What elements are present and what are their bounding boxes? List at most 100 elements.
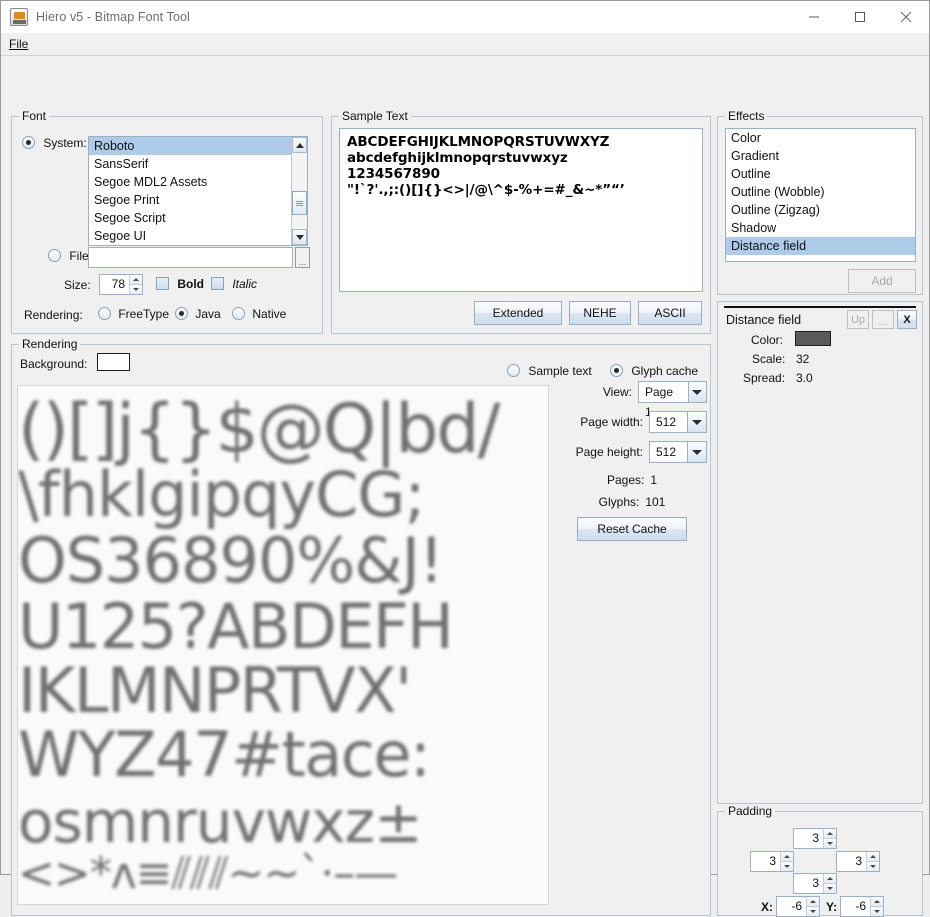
close-icon[interactable] [883,1,929,33]
effect-remove-button[interactable]: X [897,310,917,329]
scrollbar-thumb[interactable] [292,191,307,215]
padding-bottom-decrement-icon[interactable] [824,884,836,894]
glyph-cache-mode-label: Glyph cache [631,364,698,378]
font-list-item[interactable]: Roboto [89,137,307,155]
file-radio[interactable]: File: [48,249,92,263]
page-height-select[interactable]: 512 [649,441,707,463]
java-app-icon [10,8,28,26]
effects-list-item[interactable]: Outline (Zigzag) [726,201,915,219]
font-list-item[interactable]: Segoe Print [89,191,307,209]
padding-top-value[interactable]: 3 [794,829,823,848]
view-page-value: Page 1 [639,382,688,402]
padding-x-value[interactable]: -6 [777,897,806,916]
italic-checkbox[interactable]: Italic [211,277,257,291]
effect-move-up-button[interactable]: Up [847,310,869,329]
padding-y-decrement-icon[interactable] [871,907,883,917]
rendering-panel-title: Rendering [19,337,80,351]
extended-button[interactable]: Extended [474,301,562,325]
effects-list-item[interactable]: Outline (Wobble) [726,183,915,201]
bold-checkbox[interactable]: Bold [156,277,204,291]
sample-text-radio-button[interactable] [507,364,520,377]
rendering-radio-native[interactable]: Native [232,307,286,321]
size-increment-icon[interactable] [130,275,142,285]
file-radio-button[interactable] [48,249,61,262]
padding-right-increment-icon[interactable] [867,852,879,862]
glyph-cache-canvas[interactable]: ()[]j{}$@Q|bd/ \fhklgipqyCG; OS36890%&J!… [17,385,549,905]
rendering-radio-java[interactable]: Java [175,307,221,321]
font-list-scrollbar[interactable] [291,137,307,245]
padding-bottom-stepper[interactable]: 3 [793,873,837,894]
padding-right-stepper[interactable]: 3 [836,851,880,872]
padding-top-increment-icon[interactable] [824,829,836,839]
glyph-cache-radio-button[interactable] [610,364,623,377]
padding-y-stepper[interactable]: -6 [840,896,884,917]
effects-list[interactable]: Color Gradient Outline Outline (Wobble) … [725,128,916,262]
system-radio-button[interactable] [22,136,35,149]
padding-bottom-value[interactable]: 3 [794,874,823,893]
system-font-list[interactable]: Roboto SansSerif Segoe MDL2 Assets Segoe… [88,136,308,246]
add-effect-button[interactable]: Add [848,269,916,293]
menu-item-file[interactable]: File [1,35,35,53]
window-title: Hiero v5 - Bitmap Font Tool [36,10,190,24]
glyph-cache-row: IKLMNPRTVX' [18,654,411,727]
effect-scale-value[interactable]: 32 [796,352,809,366]
minimize-icon[interactable] [791,1,837,33]
padding-right-value[interactable]: 3 [837,852,866,871]
file-path-input[interactable] [88,247,293,268]
padding-x-increment-icon[interactable] [807,897,819,907]
padding-x-stepper[interactable]: -6 [776,896,820,917]
font-list-item[interactable]: Segoe UI [89,227,307,245]
effects-list-item[interactable]: Color [726,129,915,147]
font-size-value[interactable]: 78 [100,275,129,294]
size-decrement-icon[interactable] [130,285,142,295]
page-width-select[interactable]: 512 [649,411,707,433]
scroll-down-icon[interactable] [292,229,307,245]
sample-text-input[interactable]: ABCDEFGHIJKLMNOPQRSTUVWXYZ abcdefghijklm… [339,128,703,292]
sample-text-line: abcdefghijklmnopqrstuvwxyz [347,150,695,166]
chevron-down-icon[interactable] [687,412,706,432]
padding-left-value[interactable]: 3 [751,852,780,871]
system-radio[interactable]: System: [22,136,87,150]
reset-cache-button[interactable]: Reset Cache [577,517,687,541]
nehe-button[interactable]: NEHE [569,301,631,325]
font-list-item[interactable]: Segoe Script [89,209,307,227]
native-radio-button[interactable] [232,307,245,320]
glyphs-row: Glyphs: 101 [557,495,707,509]
chevron-down-icon[interactable] [688,382,706,402]
padding-top-decrement-icon[interactable] [824,839,836,849]
padding-left-decrement-icon[interactable] [781,862,793,872]
chevron-down-icon[interactable] [687,442,706,462]
view-mode-glyph-cache[interactable]: Glyph cache [610,364,698,378]
effects-list-item[interactable]: Distance field [726,237,915,255]
view-mode-sample-text[interactable]: Sample text [507,364,592,378]
maximize-icon[interactable] [837,1,883,33]
ascii-button[interactable]: ASCII [638,301,702,325]
padding-y-value[interactable]: -6 [841,897,870,916]
effect-color-swatch[interactable] [795,331,831,346]
effect-spread-value[interactable]: 3.0 [796,371,813,385]
padding-left-increment-icon[interactable] [781,852,793,862]
padding-right-decrement-icon[interactable] [867,862,879,872]
effects-panel-title: Effects [725,109,767,123]
background-color-swatch[interactable] [97,353,130,371]
browse-file-button[interactable]: ... [295,247,310,268]
bold-checkbox-box[interactable] [156,277,169,290]
effects-list-item[interactable]: Gradient [726,147,915,165]
padding-x-decrement-icon[interactable] [807,907,819,917]
font-size-stepper[interactable]: 78 [99,274,143,295]
effect-options-button[interactable]: ... [872,310,894,329]
font-list-item[interactable]: SansSerif [89,155,307,173]
effects-list-item[interactable]: Shadow [726,219,915,237]
padding-top-stepper[interactable]: 3 [793,828,837,849]
italic-checkbox-box[interactable] [211,277,224,290]
rendering-radio-freetype[interactable]: FreeType [98,307,169,321]
view-page-select[interactable]: Page 1 [638,381,707,403]
padding-y-increment-icon[interactable] [871,897,883,907]
font-list-item[interactable]: Segoe MDL2 Assets [89,173,307,191]
effects-list-item[interactable]: Outline [726,165,915,183]
padding-bottom-increment-icon[interactable] [824,874,836,884]
java-radio-button[interactable] [175,307,188,320]
freetype-radio-button[interactable] [98,307,111,320]
padding-left-stepper[interactable]: 3 [750,851,794,872]
scroll-up-icon[interactable] [292,137,307,153]
